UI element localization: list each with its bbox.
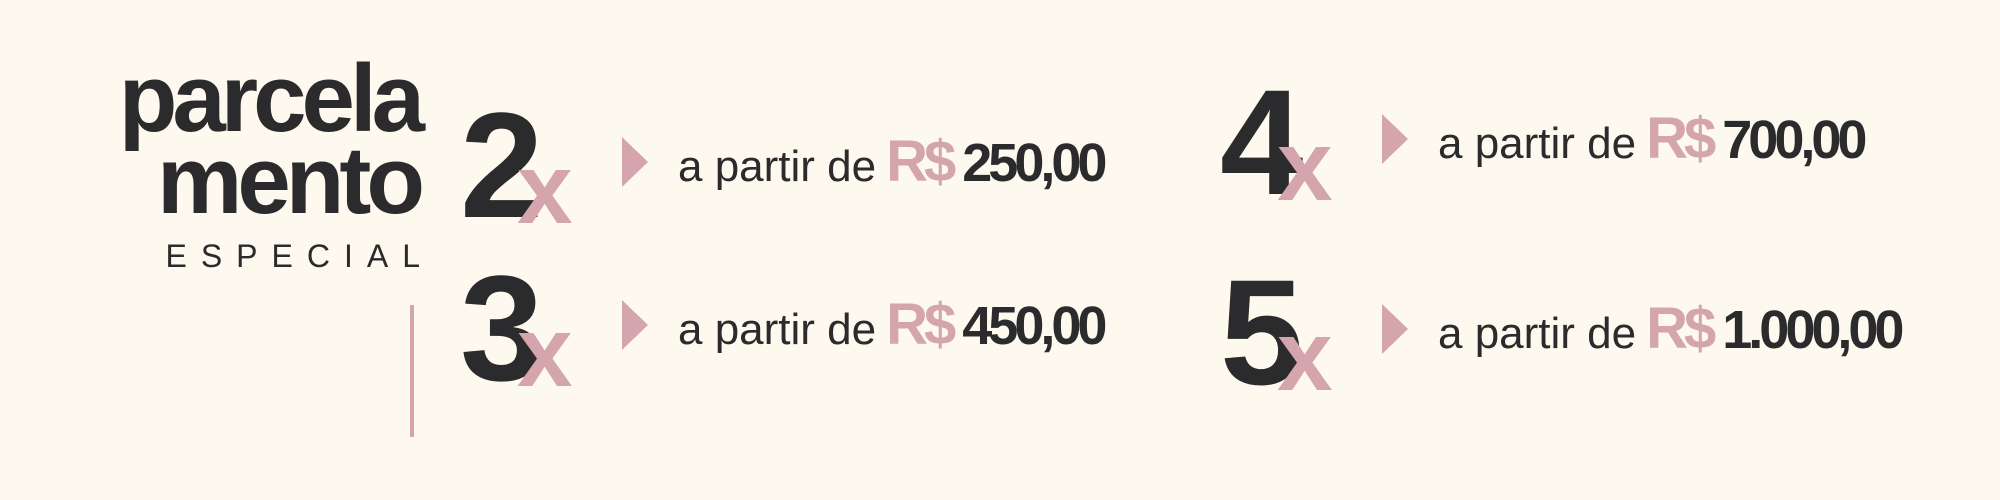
triangle-right-icon [1382, 304, 1408, 354]
multiplier: x [517, 296, 573, 408]
multiplier: x [1277, 110, 1333, 222]
price-amount: 250,00 [962, 133, 1107, 193]
plan-3x: 3 x a partir de R$ 450,00 [460, 253, 1180, 403]
price-label: a partir de R$ 250,00 [678, 129, 1107, 208]
triangle-right-icon [622, 137, 648, 187]
price-label: a partir de R$ 700,00 [1438, 106, 1867, 185]
price-prefix: a partir de [1438, 309, 1637, 358]
plan-4x: 4 x a partir de R$ 700,00 [1220, 67, 1940, 217]
currency-symbol: R$ [1646, 106, 1716, 171]
plan-2x: 2 x a partir de R$ 250,00 [460, 90, 1180, 240]
divider [410, 305, 414, 437]
currency-symbol: R$ [886, 292, 956, 357]
price-label: a partir de R$ 450,00 [678, 292, 1107, 371]
plan-5x: 5 x a partir de R$ 1.000,00 [1220, 257, 1940, 407]
price-amount: 450,00 [962, 296, 1107, 356]
triangle-right-icon [1382, 114, 1408, 164]
multiplier: x [517, 133, 573, 245]
price-label: a partir de R$ 1.000,00 [1438, 296, 1904, 375]
price-amount: 700,00 [1722, 110, 1867, 170]
multiplier: x [1277, 300, 1333, 412]
price-prefix: a partir de [678, 305, 877, 354]
page-title: parcela mento [119, 51, 425, 234]
currency-symbol: R$ [1646, 296, 1716, 361]
price-prefix: a partir de [1438, 119, 1637, 168]
currency-symbol: R$ [886, 129, 956, 194]
subtitle: ESPECIAL [165, 238, 434, 274]
price-prefix: a partir de [678, 142, 877, 191]
title-line-2: mento [157, 127, 425, 234]
triangle-right-icon [622, 300, 648, 350]
price-amount: 1.000,00 [1722, 300, 1904, 360]
